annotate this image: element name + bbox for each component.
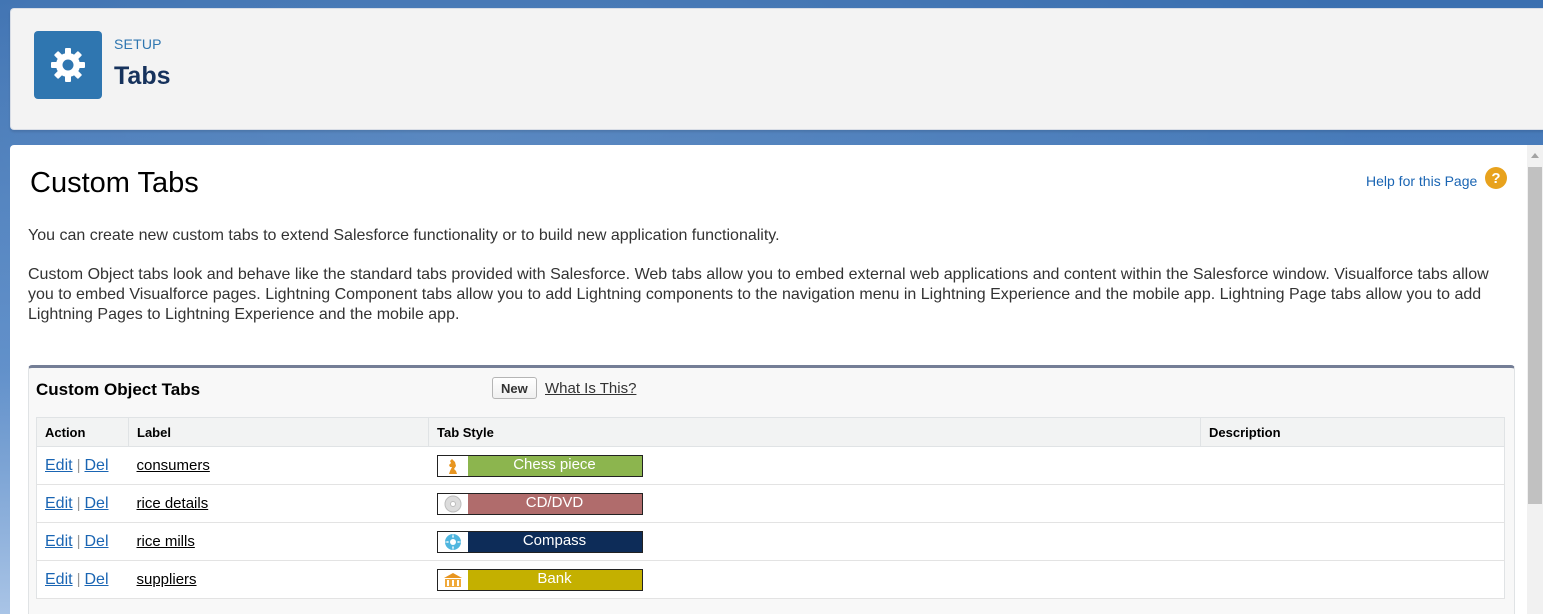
scroll-up-arrow-icon[interactable] (1531, 153, 1539, 158)
tab-style-name: Bank (467, 569, 642, 590)
label-link[interactable]: rice mills (137, 533, 195, 550)
action-cell: Edit | Del (36, 522, 129, 561)
table-row: Edit | Del suppliers Bank (36, 560, 1505, 599)
delete-link[interactable]: Del (84, 571, 108, 588)
column-header-label: Label (128, 417, 429, 447)
label-cell: consumers (128, 446, 429, 485)
tab-style-cell: Bank (428, 560, 1201, 599)
compass-icon (437, 531, 468, 552)
tab-style-name: Compass (467, 531, 642, 552)
tab-style-swatch: CD/DVD (436, 492, 643, 515)
page-title: Custom Tabs (30, 167, 199, 199)
label-link[interactable]: rice details (137, 495, 209, 512)
action-cell: Edit | Del (36, 446, 129, 485)
table-row: Edit | Del rice mills Compass (36, 522, 1505, 561)
description-cell (1200, 560, 1505, 599)
column-header-description: Description (1200, 417, 1505, 447)
label-link[interactable]: suppliers (137, 571, 197, 588)
label-link[interactable]: consumers (137, 457, 210, 474)
tab-style-cell: CD/DVD (428, 484, 1201, 523)
tab-style-name: Chess piece (467, 455, 642, 476)
delete-link[interactable]: Del (84, 533, 108, 550)
what-is-this-link[interactable]: What Is This? (545, 380, 636, 397)
description-cell (1200, 522, 1505, 561)
chess-piece-icon (437, 455, 468, 476)
description-cell (1200, 446, 1505, 485)
tab-style-cell: Chess piece (428, 446, 1201, 485)
main-content: Custom Tabs Help for this Page ? You can… (10, 145, 1543, 614)
tab-style-swatch: Chess piece (436, 454, 643, 477)
table-header-row: Action Label Tab Style Description (36, 417, 1505, 447)
table-row: Edit | Del rice details CD/DVD (36, 484, 1505, 523)
description-cell (1200, 484, 1505, 523)
label-cell: suppliers (128, 560, 429, 599)
help-link[interactable]: Help for this Page (1366, 173, 1477, 189)
gear-icon (34, 31, 102, 99)
cd-dvd-icon (437, 493, 468, 514)
action-cell: Edit | Del (36, 484, 129, 523)
vertical-scrollbar[interactable] (1527, 145, 1543, 614)
edit-link[interactable]: Edit (45, 571, 73, 588)
tab-style-swatch: Bank (436, 568, 643, 591)
separator: | (76, 570, 81, 588)
tab-style-cell: Compass (428, 522, 1201, 561)
separator: | (76, 494, 81, 512)
custom-object-tabs-panel: Custom Object Tabs New What Is This? Act… (28, 365, 1515, 614)
action-cell: Edit | Del (36, 560, 129, 599)
panel-title: Custom Object Tabs (36, 380, 201, 399)
label-cell: rice details (128, 484, 429, 523)
tabs-table: Action Label Tab Style Description Edit |… (36, 417, 1505, 599)
header-eyebrow: SETUP (114, 36, 162, 52)
edit-link[interactable]: Edit (45, 533, 73, 550)
separator: | (76, 532, 81, 550)
description-text: Custom Object tabs look and behave like … (28, 266, 1489, 323)
page-header: SETUP Tabs (10, 8, 1543, 130)
table-row: Edit | Del consumers Chess piece (36, 446, 1505, 485)
edit-link[interactable]: Edit (45, 457, 73, 474)
separator: | (76, 456, 81, 474)
intro-text: You can create new custom tabs to extend… (28, 227, 780, 244)
label-cell: rice mills (128, 522, 429, 561)
edit-link[interactable]: Edit (45, 495, 73, 512)
delete-link[interactable]: Del (84, 457, 108, 474)
scrollbar-thumb[interactable] (1528, 167, 1542, 504)
help-icon[interactable]: ? (1485, 167, 1507, 189)
tab-style-name: CD/DVD (467, 493, 642, 514)
delete-link[interactable]: Del (84, 495, 108, 512)
header-title: Tabs (114, 62, 171, 90)
new-button[interactable]: New (492, 377, 537, 399)
tab-style-swatch: Compass (436, 530, 643, 553)
column-header-tab-style: Tab Style (428, 417, 1201, 447)
column-header-action: Action (36, 417, 129, 447)
bank-icon (437, 569, 468, 590)
